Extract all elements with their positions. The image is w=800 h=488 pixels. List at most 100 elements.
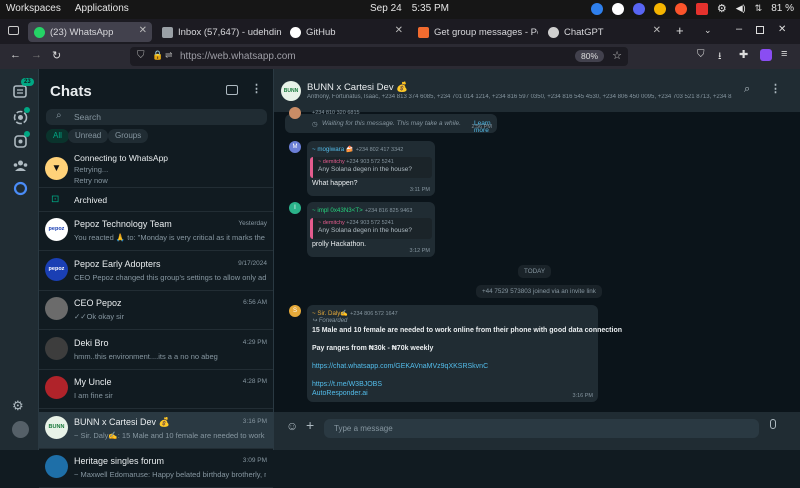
chats-title: Chats <box>50 83 92 100</box>
pocket-icon[interactable]: ⛉ <box>697 49 705 60</box>
whatsapp-nav-rail: 23 ⚙ <box>0 69 39 450</box>
archived-row[interactable]: ⊡ Archived <box>39 190 273 212</box>
discord-icon[interactable] <box>632 2 645 15</box>
close-icon[interactable]: ✕ <box>139 25 147 36</box>
microphone-icon[interactable] <box>770 419 776 429</box>
url-bar[interactable]: ⛉ 🔒 ⇌ https://web.whatsapp.com 80% ☆ <box>130 47 628 66</box>
new-tab-button[interactable]: + <box>676 23 684 38</box>
quoted-message[interactable]: ~ demitchy +234 903 572 5241 Any Solana … <box>310 157 432 178</box>
message-bubble[interactable]: M ~ mogiwara 🍰 +234 802 417 3342 ~ demit… <box>289 141 435 196</box>
tab-whatsapp[interactable]: (23) WhatsApp ✕ <box>28 22 152 42</box>
reload-icon[interactable]: ↻ <box>52 49 61 62</box>
filter-groups[interactable]: Groups <box>108 129 149 143</box>
workspaces-menu[interactable]: Workspaces <box>6 3 61 14</box>
participants-list[interactable]: Anthony, Fortunatus, Isaac, +234 813 374… <box>307 94 732 100</box>
browser-tab-strip: (23) WhatsApp ✕ Inbox (57,647) - udehdin… <box>0 19 800 44</box>
chat-list-item[interactable]: BUNN BUNN x Cartesi Dev 💰 3:16 PM ~ Sir. Da… <box>39 411 273 449</box>
lock-icon[interactable]: 🔒 <box>152 50 163 61</box>
status-icon[interactable] <box>12 107 30 126</box>
close-icon[interactable]: ✕ <box>653 25 661 36</box>
autoresponder-link[interactable]: AutoResponder.ai <box>312 390 368 397</box>
chat-list-item[interactable]: Deki Bro 4:29 PM hmm..this environment....… <box>39 333 273 370</box>
chat-list-item[interactable]: pepoz Pepoz Early Adopters 9/17/2024 CEO Pe… <box>39 254 273 291</box>
new-chat-icon[interactable] <box>226 85 238 95</box>
sender-name[interactable]: ~ mogiwara 🍰 <box>312 146 354 153</box>
volume-icon[interactable]: ◀) <box>736 3 746 14</box>
gear-icon[interactable]: ⚙ <box>717 2 727 15</box>
communities-icon[interactable] <box>12 157 29 174</box>
tray-app-icon[interactable] <box>695 2 708 15</box>
shield-icon[interactable]: ⛉ <box>137 50 145 61</box>
sender-name[interactable]: ~ impl 0x43N3<T> <box>312 207 363 214</box>
conversation-title[interactable]: BUNN x Cartesi Dev 💰 <box>307 82 408 93</box>
message-bubble[interactable]: S ~ Sir. Daly✍️ +234 806 572 1647 ↪ Forw… <box>289 305 622 402</box>
chat-list-item[interactable]: Heritage singles forum 3:09 PM ~ Maxwell E… <box>39 451 273 488</box>
date-divider: TODAY <box>518 265 552 278</box>
message-bubble[interactable]: +234 810 320 6815 ◷ Waiting for this mes… <box>285 107 497 134</box>
forward-icon[interactable]: → <box>31 49 42 61</box>
close-window-button[interactable]: ✕ <box>778 24 786 35</box>
tab-github[interactable]: GitHub ✕ <box>284 22 408 42</box>
profile-avatar[interactable] <box>12 421 29 438</box>
settings-gear-icon[interactable]: ⚙ <box>12 397 29 414</box>
tab-gmail[interactable]: Inbox (57,647) - udehdinobi <box>156 22 282 42</box>
chat-name: Pepoz Early Adopters <box>74 258 161 269</box>
bookmark-star-icon[interactable]: ☆ <box>612 49 622 62</box>
attach-plus-icon[interactable]: + <box>306 417 314 433</box>
tray-app-icon[interactable] <box>590 2 603 15</box>
extensions-icon[interactable]: ✚ <box>739 48 748 61</box>
group-invite-link[interactable]: https://chat.whatsapp.com/GEKAVnaMVz9qXK… <box>312 363 488 370</box>
more-options-icon[interactable]: ⋮ <box>251 82 262 95</box>
downloads-icon[interactable]: ⭳ <box>718 49 722 66</box>
menu-icon[interactable]: ≡ <box>781 48 787 60</box>
message-bubble[interactable]: I ~ impl 0x43N3<T> +234 816 825 9463 ~ d… <box>289 202 435 257</box>
minimize-button[interactable]: – <box>736 23 742 35</box>
tab-stackoverflow[interactable]: Get group messages - Pepo <box>412 22 538 42</box>
conversation-header[interactable]: BUNN BUNN x Cartesi Dev 💰 Anthony, Fortu… <box>274 69 800 112</box>
filter-all[interactable]: All <box>46 129 69 143</box>
search-input[interactable]: ⌕ Search <box>46 109 267 125</box>
chrome-icon[interactable] <box>653 2 666 15</box>
search-icon[interactable]: ⌕ <box>744 83 750 96</box>
more-options-icon[interactable]: ⋮ <box>770 82 781 95</box>
extension-icon[interactable] <box>760 49 772 61</box>
tray-app-icon[interactable] <box>611 2 624 15</box>
sender-name[interactable]: ~ Sir. Daly✍️ <box>312 310 348 317</box>
battery-level[interactable]: 81 % <box>771 3 794 14</box>
emoji-icon[interactable]: ☺ <box>286 419 298 433</box>
unread-badge: 23 <box>21 78 34 86</box>
retry-now-link[interactable]: Retry now <box>74 176 108 185</box>
permissions-icon[interactable]: ⇌ <box>165 50 173 61</box>
close-icon[interactable]: ✕ <box>395 25 403 36</box>
tab-chatgpt[interactable]: ChatGPT ✕ <box>542 22 666 42</box>
os-time[interactable]: 5:35 PM <box>412 3 449 14</box>
chevron-down-icon[interactable]: ⌄ <box>704 25 712 36</box>
chat-list-item[interactable]: CEO Pepoz 6:56 AM ✓✓Ok okay sir <box>39 293 273 330</box>
connecting-banner[interactable]: ▼ Connecting to WhatsApp Retrying... Ret… <box>39 149 273 188</box>
url-text[interactable]: https://web.whatsapp.com <box>180 51 296 62</box>
quoted-message[interactable]: ~ demitchy +234 903 572 5241 Any Solana … <box>310 218 432 239</box>
chat-name: Deki Bro <box>74 337 109 348</box>
system-message: +44 7529 573803 joined via an invite lin… <box>476 285 602 298</box>
back-icon[interactable]: ← <box>10 49 21 61</box>
message-text: prolly Hackathon. <box>312 241 367 248</box>
meta-ai-icon[interactable] <box>12 180 29 197</box>
chat-list-item[interactable]: My Uncle 4:28 PM I am fine sir <box>39 372 273 409</box>
chat-time: 3:09 PM <box>242 457 267 464</box>
chat-list-item[interactable]: pepoz Pepoz Technology Team Yesterday You r… <box>39 214 273 251</box>
channels-icon[interactable] <box>12 131 30 150</box>
telegram-link[interactable]: https://t.me/W3BJOBS <box>312 381 382 388</box>
message-text: Pay ranges from ₦30k - ₦70k weekly <box>312 345 434 352</box>
chat-name: My Uncle <box>74 377 112 387</box>
tab-overview-icon[interactable] <box>8 26 19 35</box>
applications-menu[interactable]: Applications <box>75 3 129 14</box>
chats-icon[interactable]: 23 <box>12 78 34 100</box>
filter-unread[interactable]: Unread <box>68 129 109 143</box>
message-input[interactable]: Type a message <box>324 419 759 438</box>
os-date[interactable]: Sep 24 <box>370 3 402 14</box>
maximize-button[interactable] <box>756 26 764 34</box>
brave-icon[interactable] <box>674 2 687 15</box>
network-icon[interactable]: ⇅ <box>755 3 763 14</box>
zoom-level[interactable]: 80% <box>574 50 604 62</box>
group-avatar[interactable]: BUNN <box>281 81 301 101</box>
